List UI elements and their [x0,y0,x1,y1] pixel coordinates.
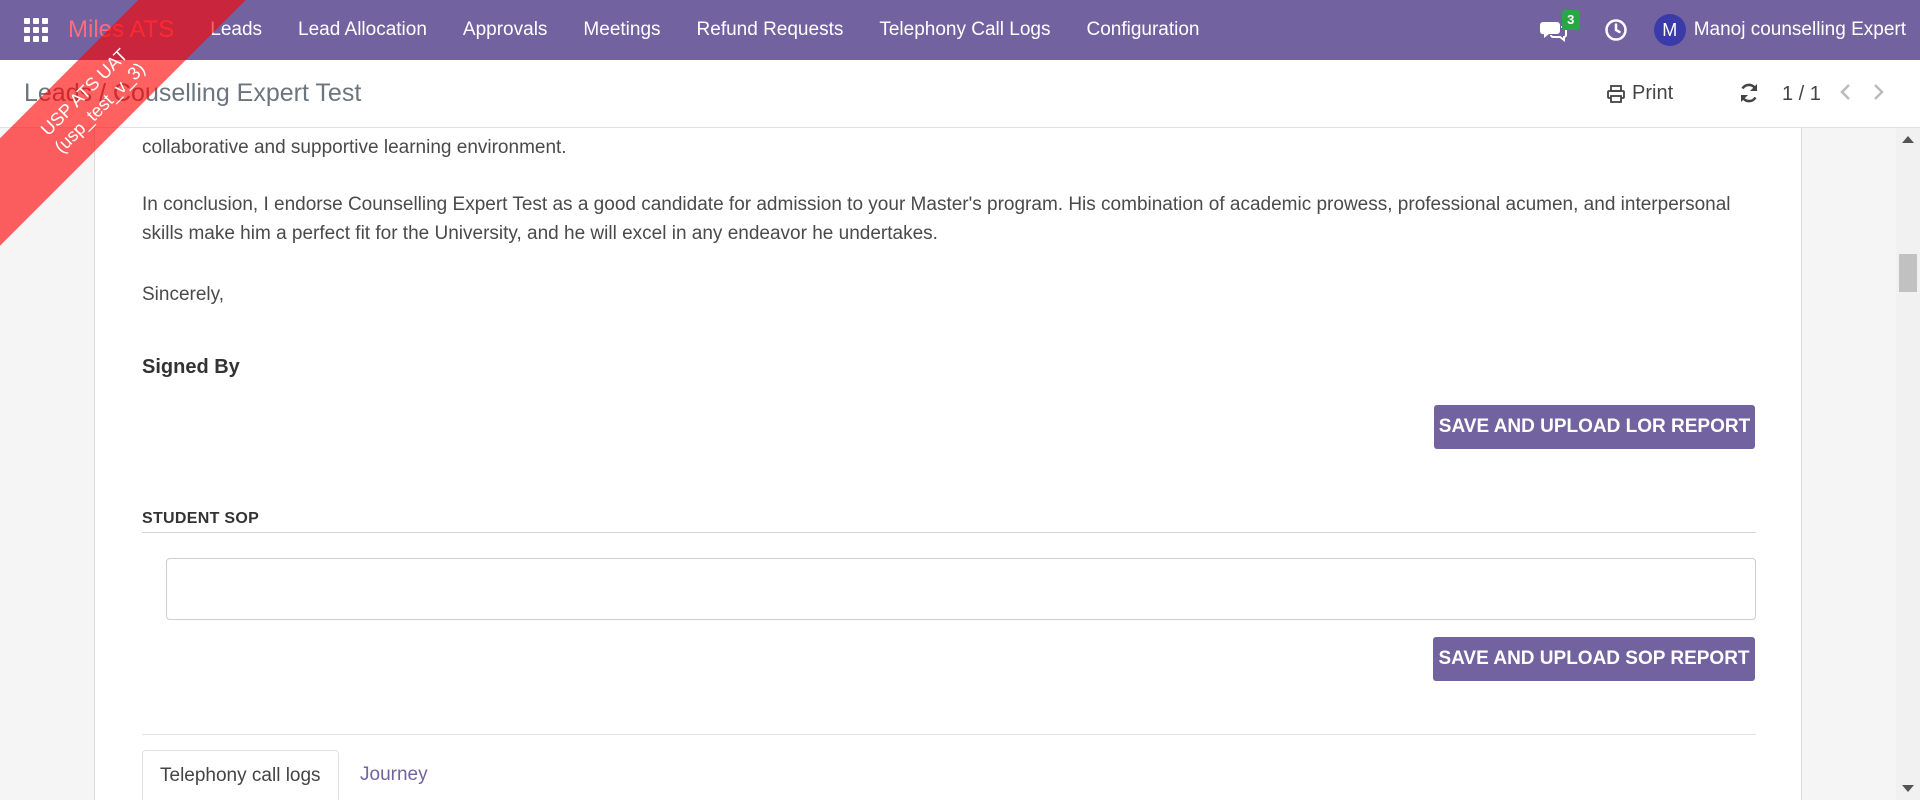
breadcrumb-leads-link[interactable]: Leads [24,79,92,107]
menu-item-leads[interactable]: Leads [210,19,262,41]
refresh-icon[interactable] [1738,82,1760,109]
brand-name[interactable]: Miles ATS [68,16,174,44]
print-button[interactable]: Print [1606,82,1673,105]
chevron-left-icon[interactable] [1838,82,1854,107]
lor-closing: Sincerely, [142,284,225,305]
section-divider [142,532,1756,533]
menu-item-meetings[interactable]: Meetings [583,19,660,41]
scroll-down-arrow-icon[interactable] [1902,785,1914,792]
save-upload-sop-button[interactable]: SAVE AND UPLOAD SOP REPORT [1433,637,1755,681]
save-upload-lor-button[interactable]: SAVE AND UPLOAD LOR REPORT [1434,405,1755,449]
breadcrumb-current: Couselling Expert Test [112,79,362,107]
chevron-right-icon[interactable] [1870,82,1886,107]
navbar-right: 3 M Manoj counselling Expert [1539,0,1906,60]
tab-journey[interactable]: Journey [360,750,428,800]
main-menu: Leads Lead Allocation Approvals Meetings… [210,19,1235,41]
signed-by-label: Signed By [142,356,240,378]
tab-telephony-call-logs[interactable]: Telephony call logs [142,750,339,800]
breadcrumb: Leads / Couselling Expert Test [24,79,361,108]
lor-paragraph-end: collaborative and supportive learning en… [142,137,567,158]
scroll-up-arrow-icon[interactable] [1902,136,1914,143]
menu-item-approvals[interactable]: Approvals [463,19,548,41]
pager-value[interactable]: 1 / 1 [1782,83,1821,106]
menu-item-refund-requests[interactable]: Refund Requests [697,19,844,41]
clock-icon[interactable] [1604,18,1628,42]
apps-grid-icon[interactable] [24,18,48,42]
page-scrollbar[interactable] [1896,128,1920,800]
scrollbar-thumb[interactable] [1899,254,1917,292]
breadcrumb-separator: / [99,79,107,107]
form-sheet: collaborative and supportive learning en… [94,128,1802,800]
top-navbar: Miles ATS Leads Lead Allocation Approval… [0,0,1920,60]
menu-item-lead-allocation[interactable]: Lead Allocation [298,19,427,41]
student-sop-title: STUDENT SOP [142,510,260,527]
menu-item-telephony-call-logs[interactable]: Telephony Call Logs [879,19,1050,41]
unread-count-badge: 3 [1561,10,1580,30]
user-name[interactable]: Manoj counselling Expert [1694,19,1906,41]
menu-item-configuration[interactable]: Configuration [1086,19,1199,41]
control-panel: Leads / Couselling Expert Test Print 1 /… [0,60,1920,128]
lor-conclusion-paragraph: In conclusion, I endorse Counselling Exp… [142,194,1731,244]
tabs-divider [142,734,1756,735]
print-icon [1607,84,1625,103]
print-label: Print [1632,82,1674,104]
student-sop-field[interactable] [166,558,1756,620]
chat-icon[interactable]: 3 [1539,10,1580,44]
avatar[interactable]: M [1653,14,1686,46]
